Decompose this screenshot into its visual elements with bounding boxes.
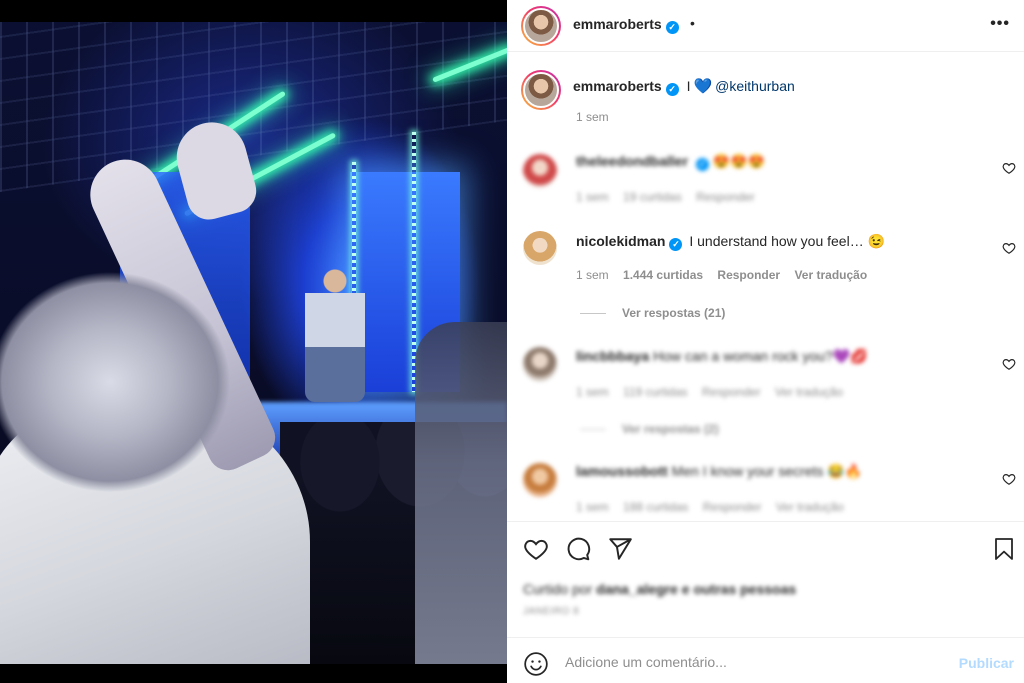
- commenter-username[interactable]: theleedondballer: [576, 153, 688, 169]
- comment-like-icon[interactable]: [1002, 241, 1016, 258]
- comment-text: Men I know your secrets 😂🔥: [671, 463, 863, 479]
- caption-timestamp[interactable]: 1 sem: [576, 110, 609, 124]
- follow-separator: •: [690, 15, 695, 31]
- more-options-icon[interactable]: •••: [990, 15, 1010, 33]
- comment-like-icon[interactable]: [1002, 161, 1016, 178]
- liked-by-others[interactable]: e outras pessoas: [682, 581, 796, 597]
- comment-like-icon[interactable]: [1002, 472, 1016, 489]
- stage-truss: [0, 22, 507, 193]
- liked-by-user[interactable]: dana_alegre: [596, 581, 678, 597]
- author-username-text[interactable]: emmaroberts: [573, 16, 662, 32]
- post-date[interactable]: JANEIRO 8: [523, 606, 579, 617]
- post-caption: emmaroberts ✓ I 💙 @keithurban: [573, 77, 795, 96]
- verified-badge-icon: ✓: [665, 21, 679, 34]
- translate-button[interactable]: Ver tradução: [794, 268, 867, 282]
- concert-image: [0, 22, 507, 664]
- comment-time[interactable]: 1 sem: [576, 268, 609, 282]
- emoji-icon[interactable]: [523, 651, 549, 677]
- translate-button[interactable]: Ver tradução: [775, 385, 843, 399]
- comment-icon[interactable]: [565, 536, 593, 564]
- avatar-image: [523, 72, 559, 108]
- liked-by-prefix: Curtido por: [523, 581, 593, 597]
- post-photo[interactable]: [0, 0, 507, 683]
- verified-badge-icon: ✓: [669, 238, 683, 251]
- commenter-username[interactable]: lamoussobott: [576, 463, 668, 479]
- author-avatar[interactable]: [521, 6, 561, 46]
- author-username[interactable]: emmaroberts ✓: [573, 16, 679, 34]
- audience-woman-hair: [0, 272, 230, 492]
- bookmark-icon[interactable]: [992, 536, 1020, 564]
- comment-time[interactable]: 1 sem: [576, 385, 609, 399]
- reply-button[interactable]: Responder: [703, 500, 762, 514]
- translate-button[interactable]: Ver tradução: [776, 500, 844, 514]
- comment-likes[interactable]: 119 curtidas: [623, 385, 687, 399]
- view-replies-button[interactable]: Ver respostas (2): [580, 422, 719, 436]
- comment-text: I understand how you feel… 😉: [689, 233, 886, 249]
- post-header: emmaroberts ✓ • •••: [507, 0, 1024, 52]
- caption-text: I: [686, 78, 691, 94]
- commenter-username[interactable]: lincbbbaya: [576, 348, 649, 364]
- commenter-avatar[interactable]: [523, 154, 557, 188]
- liked-by-text: Curtido por dana_alegre e outras pessoas: [523, 581, 796, 597]
- comment-text-row: theleedondballer ✓ 😍😍😍: [576, 153, 765, 171]
- audience-member: [415, 322, 507, 664]
- add-comment-bar: Publicar: [507, 637, 1024, 683]
- comment-text-row: lincbbbaya How can a woman rock you?💜💋: [576, 348, 868, 365]
- commenter-avatar[interactable]: [523, 463, 557, 497]
- comment-meta: 1 sem 19 curtidas Responder: [576, 190, 766, 204]
- reply-button[interactable]: Responder: [702, 385, 761, 399]
- comment-text: 😍😍😍: [712, 153, 766, 169]
- caption-author-avatar[interactable]: [521, 70, 561, 110]
- avatar-image: [523, 8, 559, 44]
- performer-figure: [305, 267, 365, 402]
- commenter-username[interactable]: nicolekidman: [576, 233, 665, 249]
- comment-likes[interactable]: 188 curtidas: [623, 500, 688, 514]
- comment-meta: 1 sem 188 curtidas Responder Ver traduçã…: [576, 500, 855, 514]
- comment-time[interactable]: 1 sem: [576, 190, 609, 204]
- post-side-panel: emmaroberts ✓ • ••• emmaroberts ✓ I 💙 @keith…: [507, 0, 1024, 683]
- verified-badge-icon: ✓: [665, 83, 679, 96]
- caption-mention-link[interactable]: @keithurban: [715, 78, 795, 94]
- caption-username[interactable]: emmaroberts: [573, 78, 662, 94]
- comment-text: How can a woman rock you?💜💋: [653, 348, 868, 364]
- verified-badge-icon: ✓: [695, 158, 709, 171]
- post-actions: Curtido por dana_alegre e outras pessoas…: [507, 521, 1024, 636]
- view-replies-button[interactable]: Ver respostas (21): [580, 306, 725, 320]
- comment-likes[interactable]: 19 curtidas: [623, 190, 682, 204]
- commenter-avatar[interactable]: [523, 231, 557, 265]
- comment-meta: 1 sem 119 curtidas Responder Ver traduçã…: [576, 385, 854, 399]
- comment-meta: 1 sem 1.444 curtidas Responder Ver tradu…: [576, 268, 878, 282]
- comment-time[interactable]: 1 sem: [576, 500, 609, 514]
- commenter-avatar[interactable]: [523, 347, 557, 381]
- reply-button[interactable]: Responder: [717, 268, 780, 282]
- comment-like-icon[interactable]: [1002, 357, 1016, 374]
- blue-heart-emoji: 💙: [693, 78, 713, 95]
- comment-likes[interactable]: 1.444 curtidas: [623, 268, 703, 282]
- reply-button[interactable]: Responder: [696, 190, 755, 204]
- comment-input[interactable]: [565, 650, 945, 674]
- publish-button[interactable]: Publicar: [959, 655, 1014, 671]
- comment-text-row: nicolekidman ✓ I understand how you feel……: [576, 233, 885, 251]
- heart-icon[interactable]: [523, 536, 551, 564]
- comment-text-row: lamoussobott Men I know your secrets 😂🔥: [576, 463, 862, 480]
- share-icon[interactable]: [607, 536, 635, 564]
